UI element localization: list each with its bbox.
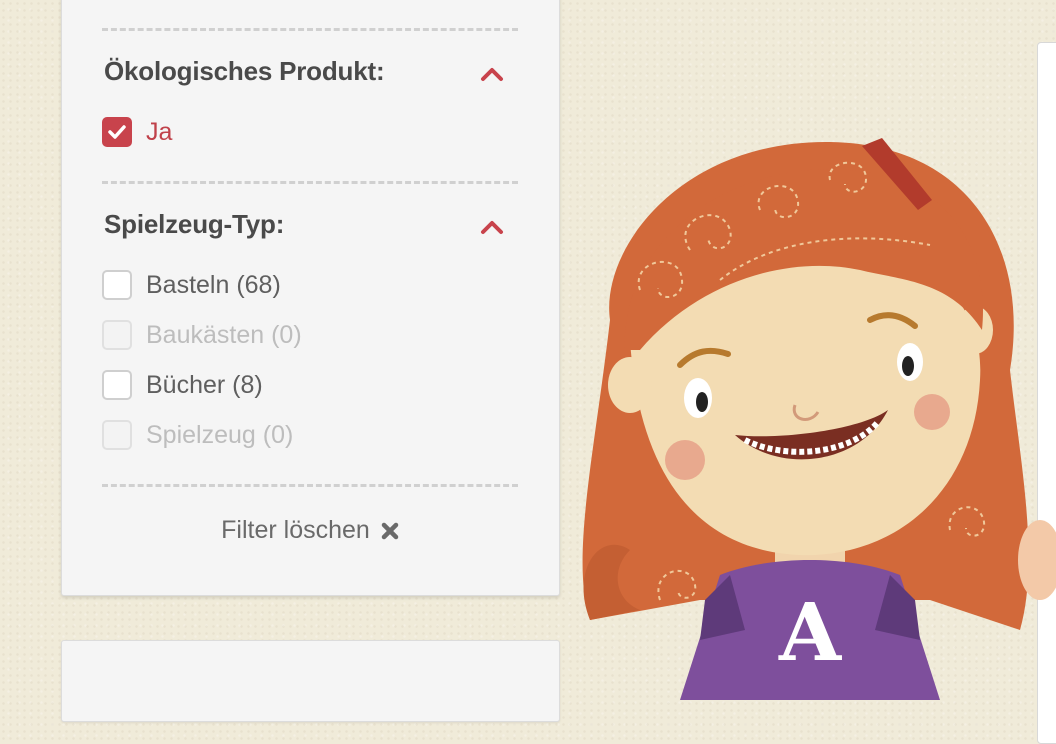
option-label: Ja [146, 117, 173, 146]
option-label: Basteln (68) [146, 270, 281, 299]
section-divider [102, 484, 518, 487]
clear-filters-link[interactable]: Filter löschen [62, 516, 559, 545]
close-icon [381, 522, 399, 539]
checkbox-disabled [102, 320, 132, 350]
check-icon [108, 125, 126, 139]
secondary-panel [61, 640, 560, 722]
checkbox-disabled [102, 420, 132, 450]
shirt-letter: A [778, 585, 842, 679]
section-divider [102, 181, 518, 184]
filter-panel: Ökologisches Produkt: Ja Spielzeug-Typ: … [61, 0, 560, 596]
checkbox[interactable] [102, 270, 132, 300]
chevron-up-icon[interactable] [480, 217, 504, 235]
option-baukaesten: Baukästen (0) [102, 318, 302, 352]
checkbox-checked[interactable] [102, 117, 132, 147]
option-label: Baukästen (0) [146, 320, 302, 349]
option-label: Spielzeug (0) [146, 420, 294, 449]
girl-mascot-illustration: A [582, 138, 1056, 700]
option-buecher[interactable]: Bücher (8) [102, 368, 263, 402]
option-spielzeug: Spielzeug (0) [102, 418, 293, 452]
clear-filters-label: Filter löschen [221, 516, 370, 544]
option-label: Bücher (8) [146, 370, 263, 399]
chevron-up-icon[interactable] [480, 64, 504, 82]
eco-filter-title[interactable]: Ökologisches Produkt: [104, 56, 385, 87]
option-basteln[interactable]: Basteln (68) [102, 268, 281, 302]
eco-option-ja[interactable]: Ja [102, 115, 172, 149]
toy-type-filter-title[interactable]: Spielzeug-Typ: [104, 209, 284, 240]
section-divider [102, 28, 518, 31]
checkbox[interactable] [102, 370, 132, 400]
